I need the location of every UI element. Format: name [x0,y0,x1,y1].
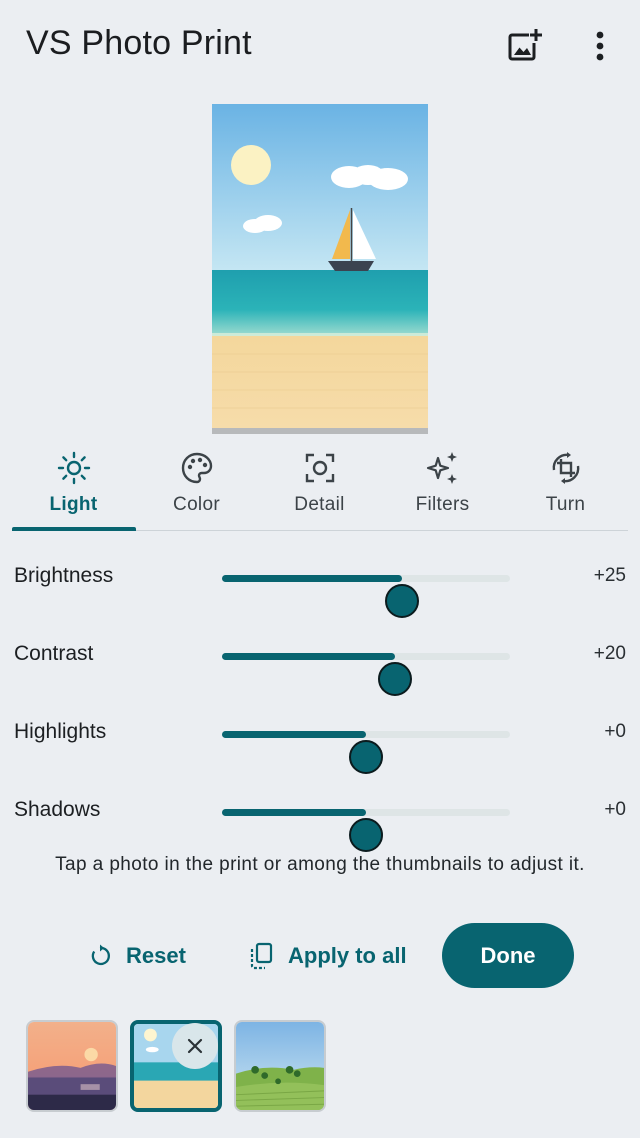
shadows-slider[interactable] [222,809,510,852]
focus-icon [302,450,338,486]
countryside-thumbnail-image [236,1022,324,1110]
slider-fill [222,731,366,738]
beach-photo[interactable] [212,104,428,434]
more-vert-icon [596,31,604,61]
highlights-slider[interactable] [222,731,510,774]
brightness-row: Brightness +25 [0,552,640,618]
slider-thumb[interactable] [349,818,383,852]
slider-fill [222,809,366,816]
adjustment-label: Contrast [14,642,94,665]
adjustment-value: +0 [604,721,626,742]
tab-filters[interactable]: Filters [381,446,504,530]
active-tab-indicator [12,527,136,531]
brightness-slider[interactable] [222,575,510,618]
tab-label: Turn [545,494,586,515]
app-title: VS Photo Print [26,24,252,62]
done-button[interactable]: Done [442,923,574,988]
tab-label: Detail [294,494,345,515]
tab-turn[interactable]: Turn [504,446,627,530]
rotate-crop-icon [548,450,584,486]
app-bar: VS Photo Print [0,0,640,90]
remove-thumbnail-button[interactable] [172,1023,218,1069]
copy-all-icon [250,942,273,970]
palette-icon [179,450,215,486]
adjustment-value: +25 [593,565,626,586]
adjustment-label: Highlights [14,720,107,743]
reset-button[interactable]: Reset [80,930,194,982]
close-icon [187,1038,203,1054]
done-label: Done [480,942,536,968]
slider-fill [222,575,402,582]
sparkle-icon [425,450,461,486]
add-photo-icon [508,29,542,61]
adjustment-value: +20 [593,643,626,664]
hint-text: Tap a photo in the print or among the th… [55,854,585,875]
thumbnail-countryside[interactable] [234,1020,326,1112]
reset-icon [91,944,110,966]
tab-label: Filters [415,494,470,515]
add-photo-button[interactable] [498,24,548,68]
print-preview[interactable] [212,104,428,434]
slider-fill [222,653,395,660]
contrast-slider[interactable] [222,653,510,696]
adjustment-value: +0 [604,799,626,820]
tab-light[interactable]: Light [12,446,135,530]
tab-detail[interactable]: Detail [258,446,381,530]
apply-to-all-button[interactable]: Apply to all [240,930,415,982]
thumbnail-strip [0,1016,640,1116]
reset-label: Reset [126,943,186,968]
slider-thumb[interactable] [385,584,419,618]
thumbnail-sunset[interactable] [26,1020,118,1112]
tab-label: Color [173,494,220,515]
tab-color[interactable]: Color [135,446,258,530]
tab-label: Light [49,494,98,515]
adjustment-tabs: Light Color Detail Filters Turn [12,446,628,532]
sun-icon [56,450,92,486]
slider-thumb[interactable] [349,740,383,774]
adjustment-label: Shadows [14,798,101,821]
more-options-button[interactable] [580,24,620,68]
shadows-row: Shadows +0 [0,786,640,852]
slider-thumb[interactable] [377,662,412,696]
adjustment-label: Brightness [14,564,114,587]
apply-to-all-label: Apply to all [288,943,407,968]
contrast-row: Contrast +20 [0,630,640,696]
sunset-thumbnail-image [28,1022,116,1110]
highlights-row: Highlights +0 [0,708,640,774]
